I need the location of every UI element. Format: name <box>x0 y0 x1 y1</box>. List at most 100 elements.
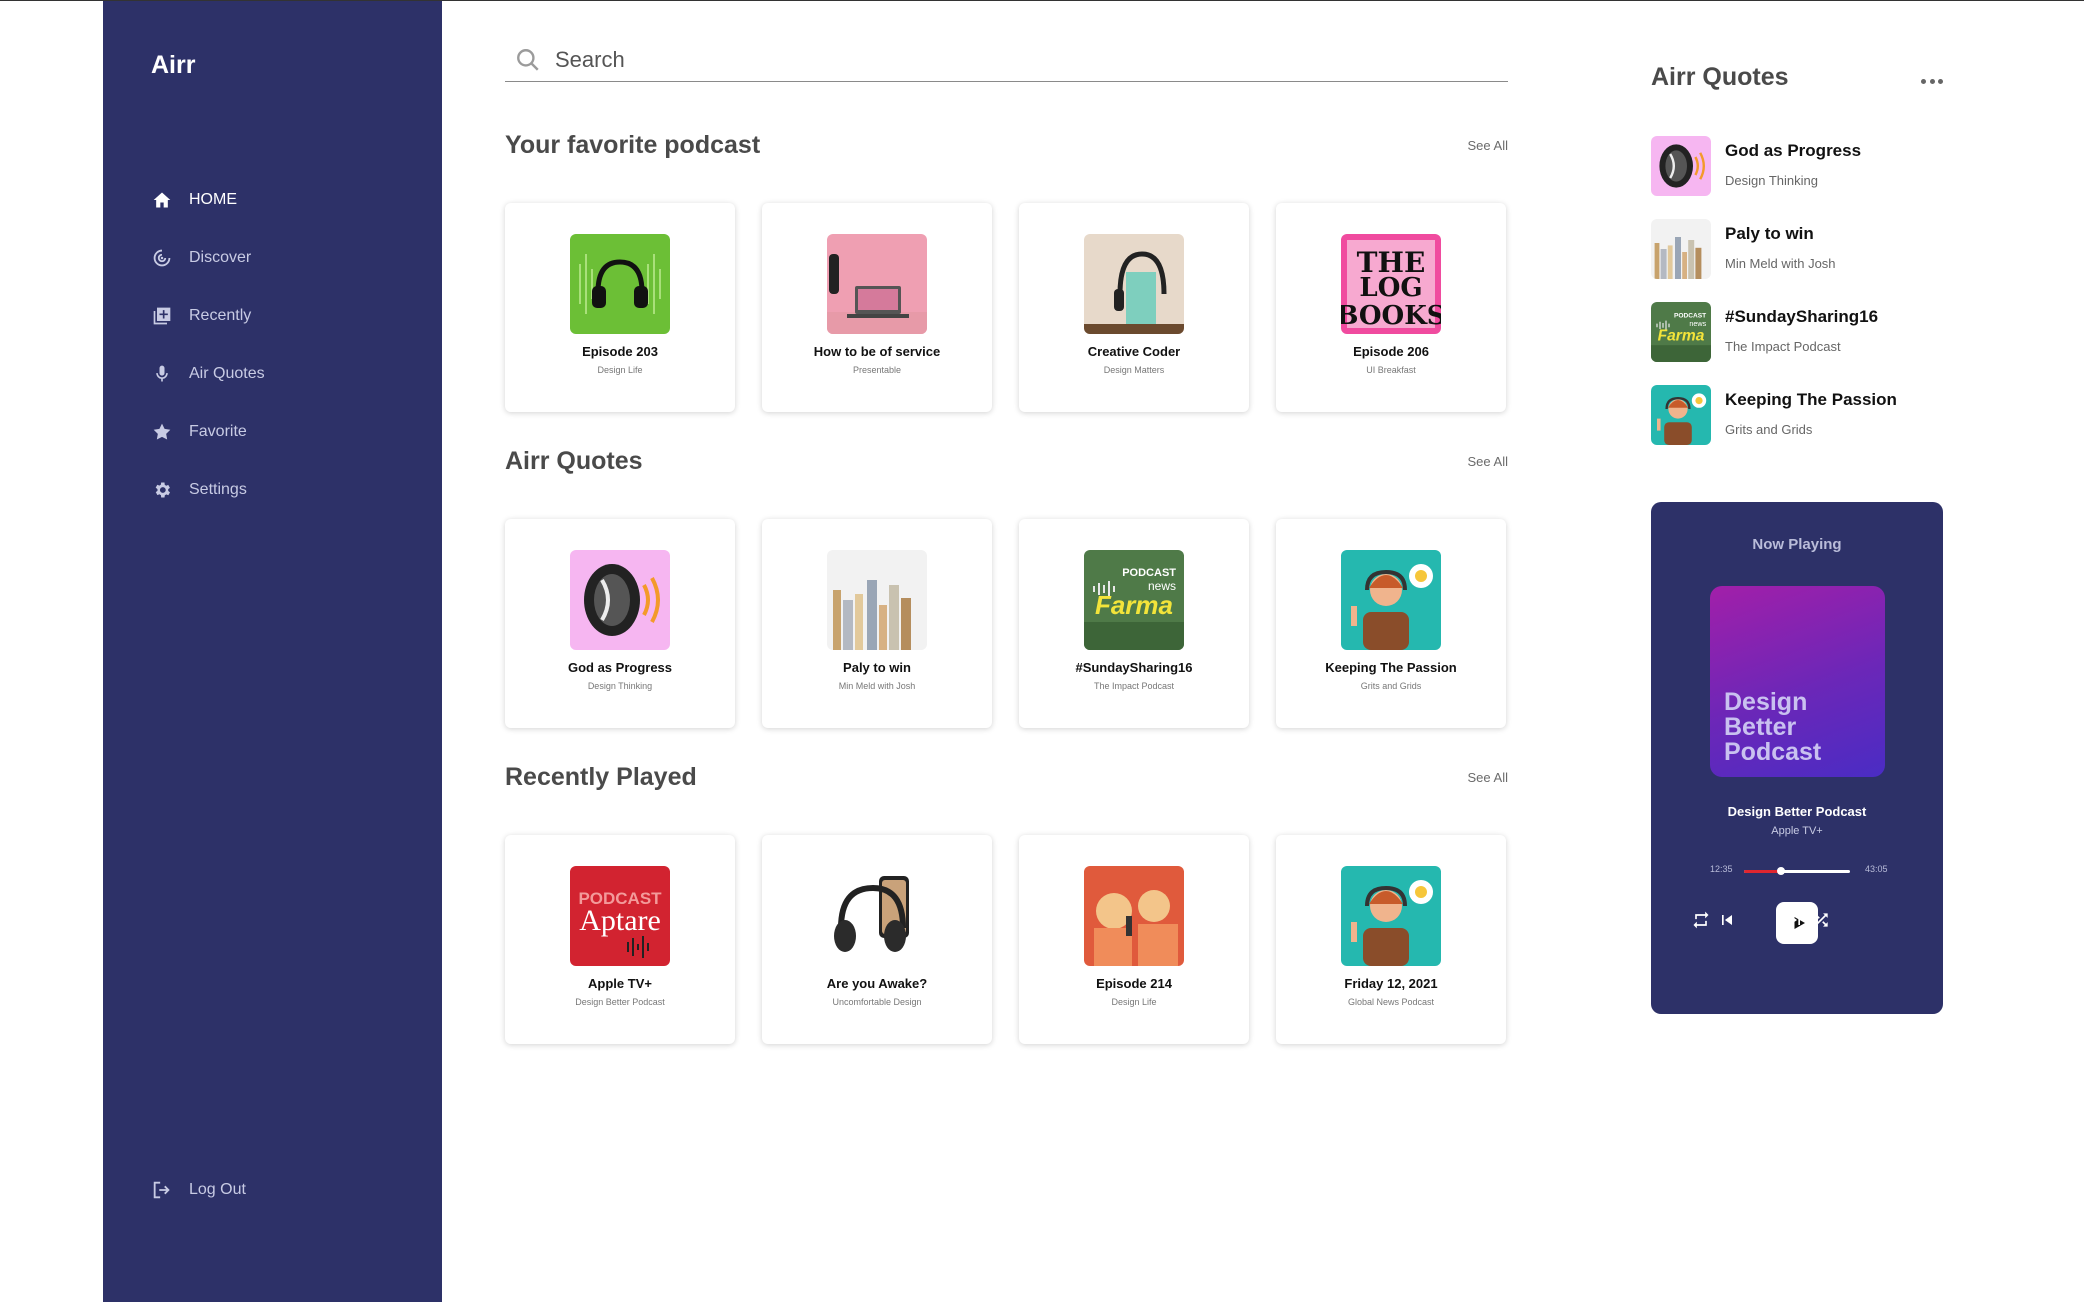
recently-icon <box>151 305 173 327</box>
track-subtitle: Apple TV+ <box>1771 825 1823 837</box>
sidebar-item-recently[interactable]: Recently <box>151 287 265 345</box>
sidebar-item-label: Discover <box>189 249 252 266</box>
sidebar-item-label: Favorite <box>189 423 247 440</box>
podcast-card[interactable]: Are you Awake? Uncomfortable Design <box>762 835 992 1044</box>
search-input[interactable] <box>555 47 1455 73</box>
card-title: Episode 214 <box>1096 976 1172 991</box>
card-subtitle: Min Meld with Josh <box>838 681 916 691</box>
see-all-link[interactable]: See All <box>1468 138 1508 153</box>
cover-text: Design Better Podcast <box>1724 688 1822 766</box>
sidebar-item-discover[interactable]: Discover <box>151 229 265 287</box>
dot-icon <box>1938 79 1943 84</box>
podcast-card[interactable]: Episode 214 Design Life <box>1019 835 1249 1044</box>
card-subtitle: Global News Podcast <box>1347 997 1435 1007</box>
repeat-button[interactable] <box>1691 910 1711 930</box>
dot-icon <box>1929 79 1935 84</box>
progress-fill <box>1744 870 1782 873</box>
dot-icon <box>1921 79 1926 84</box>
player-controls <box>1651 902 1943 944</box>
card-subtitle: Design Life <box>1111 997 1157 1007</box>
podcast-cover <box>1651 219 1711 279</box>
logout-icon <box>151 1179 173 1201</box>
podcast-card[interactable]: Friday 12, 2021 Global News Podcast <box>1276 835 1506 1044</box>
podcast-card[interactable]: How to be of service Presentable <box>762 203 992 412</box>
see-all-link[interactable]: See All <box>1468 770 1508 785</box>
see-all-link[interactable]: See All <box>1468 454 1508 469</box>
shuffle-icon <box>1814 913 1828 927</box>
art-label: Farma <box>1658 327 1705 344</box>
quotes-list: God as Progress Design Thinking Paly to … <box>1651 136 1943 468</box>
app-logo[interactable]: Airr <box>151 51 195 80</box>
card-subtitle: Design Life <box>597 365 643 375</box>
podcast-cover <box>1651 385 1711 445</box>
podcast-card[interactable]: Episode 203 Design Life <box>505 203 735 412</box>
more-options-button[interactable] <box>1921 79 1943 87</box>
podcast-cover <box>1651 136 1711 196</box>
podcast-card[interactable]: Paly to win Min Meld with Josh <box>762 519 992 728</box>
list-item[interactable]: Paly to win Min Meld with Josh <box>1651 219 1943 302</box>
list-item[interactable]: God as Progress Design Thinking <box>1651 136 1943 219</box>
sidebar-item-home[interactable]: HOME <box>151 171 265 229</box>
sidebar-item-label: Air Quotes <box>189 365 265 382</box>
podcast-card[interactable]: Episode 206 UI Breakfast <box>1276 203 1506 412</box>
sidebar-item-favorite[interactable]: Favorite <box>151 403 265 461</box>
card-title: Apple TV+ <box>588 976 652 991</box>
podcast-cover: PODCAST news Farma <box>1084 550 1184 650</box>
podcast-cover: PODCAST news Farma <box>1651 302 1711 362</box>
progress-handle[interactable] <box>1777 867 1786 875</box>
logout-label: Log Out <box>189 1181 246 1198</box>
section-favorite-podcast: Your favorite podcast See All Episode 20… <box>505 127 1508 412</box>
previous-button[interactable] <box>1717 910 1737 930</box>
podcast-cover: PODCAST Aptare <box>570 866 670 966</box>
panel-title: Airr Quotes <box>1651 63 1789 91</box>
card-title: #SundaySharing16 <box>1075 660 1193 675</box>
card-subtitle: Design Matters <box>1103 365 1165 375</box>
progress-bar[interactable] <box>1744 867 1850 875</box>
card-title: Friday 12, 2021 <box>1344 976 1438 991</box>
star-icon <box>151 421 173 443</box>
art-label: news <box>1689 319 1706 328</box>
podcast-cover <box>1084 234 1184 334</box>
podcast-card[interactable]: PODCAST news Farma #SundaySharing16 The … <box>1019 519 1249 728</box>
list-item[interactable]: Keeping The Passion Grits and Grids <box>1651 385 1943 468</box>
section-recently-played: Recently Played See All PODCAST Aptare A… <box>505 759 1508 1044</box>
now-playing-label: Now Playing <box>1752 536 1842 553</box>
art-label: PODCAST <box>1122 567 1176 579</box>
podcast-card[interactable]: God as Progress Design Thinking <box>505 519 735 728</box>
card-title: Creative Coder <box>1087 344 1181 359</box>
sidebar-item-settings[interactable]: Settings <box>151 461 265 519</box>
podcast-cover <box>827 234 927 334</box>
list-item[interactable]: PODCAST news Farma #SundaySharing16 The … <box>1651 302 1943 385</box>
section-title: Your favorite podcast <box>505 130 761 159</box>
item-title: Paly to win <box>1725 224 1814 243</box>
podcast-card[interactable]: Keeping The Passion Grits and Grids <box>1276 519 1506 728</box>
card-subtitle: UI Breakfast <box>1366 365 1416 375</box>
sidebar-item-air-quotes[interactable]: Air Quotes <box>151 345 265 403</box>
podcast-card[interactable]: Creative Coder Design Matters <box>1019 203 1249 412</box>
card-subtitle: Design Thinking <box>587 681 653 691</box>
card-subtitle: Presentable <box>852 365 902 375</box>
card-title: Episode 203 <box>582 344 658 359</box>
sidebar-item-label: Recently <box>189 307 252 324</box>
repeat-icon <box>1693 911 1709 929</box>
microphone-icon <box>151 363 173 385</box>
sidebar-nav: HOME Discover Recently Air Quotes Favori… <box>151 171 265 519</box>
card-subtitle: Uncomfortable Design <box>832 997 922 1007</box>
podcast-cover <box>827 866 927 966</box>
gear-icon <box>151 479 173 501</box>
shuffle-button[interactable] <box>1811 910 1831 930</box>
card-subtitle: Grits and Grids <box>1360 681 1422 691</box>
item-subtitle: The Impact Podcast <box>1725 339 1841 354</box>
item-title: God as Progress <box>1725 141 1862 160</box>
search-icon[interactable] <box>515 47 541 73</box>
elapsed-time: 12:35 <box>1710 864 1733 874</box>
podcast-card[interactable]: PODCAST Aptare Apple TV+ Design Better P… <box>505 835 735 1044</box>
podcast-cover <box>570 234 670 334</box>
podcast-cover <box>1341 234 1441 334</box>
logout-button[interactable]: Log Out <box>151 1179 246 1201</box>
next-button[interactable] <box>1785 910 1805 930</box>
skip-previous-icon <box>1722 915 1732 925</box>
item-subtitle: Design Thinking <box>1725 173 1818 188</box>
art-label: Aptare <box>579 904 661 937</box>
card-subtitle: The Impact Podcast <box>1093 681 1175 691</box>
